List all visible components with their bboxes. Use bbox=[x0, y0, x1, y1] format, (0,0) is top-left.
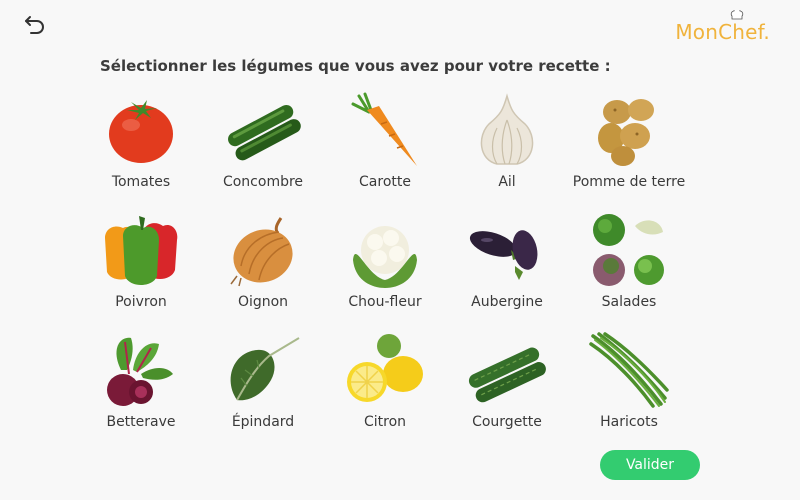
vegetable-item-carotte[interactable]: Carotte bbox=[324, 90, 446, 210]
cucumber-icon bbox=[228, 104, 301, 161]
bell-pepper-icon bbox=[105, 216, 178, 285]
vegetable-item-concombre[interactable]: Concombre bbox=[202, 90, 324, 210]
vegetable-item-salades[interactable]: Salades bbox=[568, 210, 690, 330]
carrot-icon bbox=[351, 92, 417, 166]
vegetable-label: Oignon bbox=[237, 294, 289, 310]
vegetable-label: Aubergine bbox=[471, 294, 543, 310]
vegetable-label: Ail bbox=[498, 174, 516, 190]
lettuce-icon bbox=[593, 214, 664, 286]
vegetable-label: Courgette bbox=[472, 414, 542, 430]
logo-text: MonChef. bbox=[675, 20, 770, 44]
vegetable-label: Haricots bbox=[600, 414, 658, 430]
chef-hat-icon bbox=[731, 10, 744, 20]
vegetable-label: Salades bbox=[601, 294, 657, 310]
vegetable-item-ail[interactable]: Ail bbox=[446, 90, 568, 210]
app-logo: MonChef. bbox=[675, 10, 770, 44]
vegetable-label: Carotte bbox=[359, 174, 411, 190]
vegetable-label: Chou-fleur bbox=[348, 294, 422, 310]
cauliflower-icon bbox=[353, 226, 417, 288]
vegetable-label: Poivron bbox=[115, 294, 167, 310]
vegetable-item-betterave[interactable]: Betterave bbox=[80, 330, 202, 450]
vegetable-label: Tomates bbox=[111, 174, 171, 190]
vegetable-item-aubergine[interactable]: Aubergine bbox=[446, 210, 568, 330]
vegetable-item-citron[interactable]: Citron bbox=[324, 330, 446, 450]
vegetable-label: Pomme de terre bbox=[572, 174, 686, 190]
validate-button[interactable]: Valider bbox=[600, 450, 700, 480]
vegetable-item-haricots[interactable]: Haricots bbox=[568, 330, 690, 450]
zucchini-icon bbox=[468, 347, 546, 403]
vegetable-label: Épindard bbox=[231, 414, 295, 430]
vegetable-item-pomme-de-terre[interactable]: Pomme de terre bbox=[568, 90, 690, 210]
vegetable-label: Betterave bbox=[106, 414, 176, 430]
spinach-leaf-icon bbox=[230, 337, 300, 401]
vegetable-item-courgette[interactable]: Courgette bbox=[446, 330, 568, 450]
vegetable-item-chou-fleur[interactable]: Chou-fleur bbox=[324, 210, 446, 330]
undo-arrow-icon[interactable] bbox=[22, 12, 48, 38]
vegetable-item-oignon[interactable]: Oignon bbox=[202, 210, 324, 330]
potato-icon bbox=[598, 99, 654, 166]
vegetable-grid: Tomates Concombre Carotte Ail Pomme de t… bbox=[80, 90, 690, 450]
tomato-icon bbox=[109, 100, 173, 163]
garlic-icon bbox=[480, 93, 534, 165]
vegetable-item-poivron[interactable]: Poivron bbox=[80, 210, 202, 330]
vegetable-item-tomates[interactable]: Tomates bbox=[80, 90, 202, 210]
page-title: Sélectionner les légumes que vous avez p… bbox=[100, 57, 611, 75]
beetroot-icon bbox=[107, 337, 173, 406]
lemon-icon bbox=[347, 334, 423, 402]
vegetable-label: Citron bbox=[363, 414, 407, 430]
eggplant-icon bbox=[469, 230, 538, 280]
onion-icon bbox=[230, 217, 293, 287]
vegetable-item-epindard[interactable]: Épindard bbox=[202, 330, 324, 450]
green-beans-icon bbox=[589, 332, 669, 408]
vegetable-label: Concombre bbox=[222, 174, 304, 190]
